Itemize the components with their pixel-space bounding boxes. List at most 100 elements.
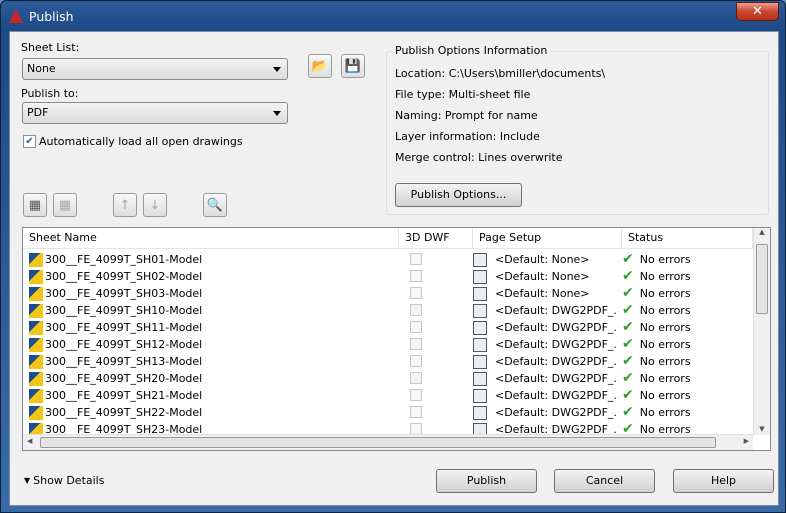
page-setup-cell[interactable]: <Default: DWG2PDF_... <box>473 387 618 404</box>
status-text: No errors <box>639 253 691 266</box>
publish-options-button[interactable]: Publish Options... <box>395 183 522 207</box>
status-text: No errors <box>639 321 691 334</box>
3d-dwf-checkbox[interactable] <box>410 304 422 316</box>
autocad-logo-icon <box>9 9 23 23</box>
h-scroll-thumb[interactable] <box>40 437 716 448</box>
3d-dwf-checkbox[interactable] <box>410 372 422 384</box>
publish-dialog: Publish ✕ Sheet List: None 📂 💾 Publish t… <box>0 0 786 513</box>
remove-sheets-button[interactable]: ▦ <box>53 193 77 217</box>
window-title: Publish <box>29 8 74 24</box>
checkmark-icon: ✔ <box>622 285 634 301</box>
page-setup-cell[interactable]: <Default: DWG2PDF_... <box>473 353 618 370</box>
publish-button[interactable]: Publish <box>436 469 537 493</box>
move-down-button[interactable]: ↓ <box>143 193 167 217</box>
auto-load-label: Automatically load all open drawings <box>39 135 243 148</box>
table-row[interactable]: 300__FE_4099T_SH02-Model <Default: None>… <box>23 268 753 285</box>
save-sheet-list-button[interactable]: 💾 <box>341 54 365 78</box>
page-setup-cell[interactable]: <Default: DWG2PDF_... <box>473 336 618 353</box>
remove-sheets-icon: ▦ <box>58 197 72 213</box>
3d-dwf-checkbox[interactable] <box>410 253 422 265</box>
page-setup-cell[interactable]: <Default: None> <box>473 251 618 268</box>
table-row[interactable]: 300__FE_4099T_SH01-Model <Default: None>… <box>23 251 753 268</box>
status-text: No errors <box>639 338 691 351</box>
sheet-icon <box>29 338 43 352</box>
checkmark-icon: ✔ <box>622 370 634 386</box>
3d-dwf-checkbox[interactable] <box>410 321 422 333</box>
3d-dwf-checkbox[interactable] <box>410 338 422 350</box>
save-icon: 💾 <box>344 58 362 74</box>
page-setup-icon <box>473 304 487 318</box>
table-row[interactable]: 300__FE_4099T_SH12-Model <Default: DWG2P… <box>23 336 753 353</box>
page-setup-cell[interactable]: <Default: DWG2PDF_... <box>473 404 618 421</box>
page-setup-icon <box>473 253 487 267</box>
table-row[interactable]: 300__FE_4099T_SH13-Model <Default: DWG2P… <box>23 353 753 370</box>
move-up-button[interactable]: ↑ <box>113 193 137 217</box>
3d-dwf-checkbox[interactable] <box>410 270 422 282</box>
page-setup-value: <Default: DWG2PDF_... <box>495 321 618 334</box>
publish-to-dropdown[interactable]: PDF <box>22 102 288 124</box>
close-button[interactable]: ✕ <box>736 2 779 21</box>
col-status[interactable]: Status <box>622 228 753 249</box>
sheet-name: 300__FE_4099T_SH03-Model <box>45 287 203 300</box>
table-row[interactable]: 300__FE_4099T_SH03-Model <Default: None>… <box>23 285 753 302</box>
sheet-icon <box>29 321 43 335</box>
sheet-icon <box>29 287 43 301</box>
sheet-icon <box>29 304 43 318</box>
sheet-list-dropdown[interactable]: None <box>22 58 288 80</box>
sheet-name: 300__FE_4099T_SH02-Model <box>45 270 203 283</box>
triangle-down-icon: ▼ <box>24 476 31 485</box>
status-cell: ✔ No errors <box>622 370 752 387</box>
sheet-name-cell: 300__FE_4099T_SH13-Model <box>29 353 397 370</box>
3d-dwf-checkbox[interactable] <box>410 355 422 367</box>
page-setup-value: <Default: DWG2PDF_... <box>495 406 618 419</box>
checkmark-icon: ✔ <box>23 135 36 148</box>
table-row[interactable]: 300__FE_4099T_SH20-Model <Default: DWG2P… <box>23 370 753 387</box>
preview-button[interactable]: 🔍 <box>203 193 227 217</box>
table-row[interactable]: 300__FE_4099T_SH21-Model <Default: DWG2P… <box>23 387 753 404</box>
3d-dwf-checkbox[interactable] <box>410 287 422 299</box>
vertical-scrollbar[interactable]: ▲ ▼ <box>753 228 770 435</box>
title-bar: Publish <box>9 6 74 26</box>
location-info: Location: C:\Users\bmiller\documents\ <box>395 67 606 80</box>
sheet-name: 300__FE_4099T_SH11-Model <box>45 321 203 334</box>
sheet-icon <box>29 389 43 403</box>
auto-load-checkbox[interactable]: ✔ Automatically load all open drawings <box>23 135 243 148</box>
publish-options-group: Publish Options Information Location: C:… <box>386 44 769 215</box>
sheet-name-cell: 300__FE_4099T_SH03-Model <box>29 285 397 302</box>
table-row[interactable]: 300__FE_4099T_SH11-Model <Default: DWG2P… <box>23 319 753 336</box>
sheet-name: 300__FE_4099T_SH20-Model <box>45 372 203 385</box>
col-page-setup[interactable]: Page Setup <box>473 228 622 249</box>
status-cell: ✔ No errors <box>622 251 752 268</box>
page-setup-value: <Default: DWG2PDF_... <box>495 338 618 351</box>
add-sheets-button[interactable]: ▦ <box>23 193 47 217</box>
horizontal-scrollbar[interactable]: ◀ ▶ <box>23 434 753 450</box>
status-text: No errors <box>639 355 691 368</box>
col-3d-dwf[interactable]: 3D DWF <box>399 228 473 249</box>
3d-dwf-checkbox[interactable] <box>410 389 422 401</box>
show-details-toggle[interactable]: ▼ Show Details <box>24 474 104 487</box>
table-row[interactable]: 300__FE_4099T_SH10-Model <Default: DWG2P… <box>23 302 753 319</box>
page-setup-cell[interactable]: <Default: None> <box>473 268 618 285</box>
load-sheet-list-button[interactable]: 📂 <box>308 54 332 78</box>
page-setup-cell[interactable]: <Default: DWG2PDF_... <box>473 319 618 336</box>
page-setup-cell[interactable]: <Default: None> <box>473 285 618 302</box>
sheet-icon <box>29 372 43 386</box>
scroll-thumb[interactable] <box>756 244 768 314</box>
file-type-info: File type: Multi-sheet file <box>395 88 531 101</box>
sheet-name: 300__FE_4099T_SH21-Model <box>45 389 203 402</box>
page-setup-cell[interactable]: <Default: DWG2PDF_... <box>473 302 618 319</box>
checkmark-icon: ✔ <box>622 353 634 369</box>
sheet-name: 300__FE_4099T_SH01-Model <box>45 253 203 266</box>
col-sheet-name[interactable]: Sheet Name <box>23 228 399 249</box>
help-button[interactable]: Help <box>673 469 774 493</box>
table-row[interactable]: 300__FE_4099T_SH22-Model <Default: DWG2P… <box>23 404 753 421</box>
page-setup-icon <box>473 406 487 420</box>
3d-dwf-checkbox[interactable] <box>410 406 422 418</box>
status-text: No errors <box>639 389 691 402</box>
page-setup-cell[interactable]: <Default: DWG2PDF_... <box>473 370 618 387</box>
cancel-button[interactable]: Cancel <box>554 469 655 493</box>
merge-info: Merge control: Lines overwrite <box>395 151 563 164</box>
checkmark-icon: ✔ <box>622 387 634 403</box>
page-setup-icon <box>473 372 487 386</box>
move-up-icon: ↑ <box>119 197 131 213</box>
